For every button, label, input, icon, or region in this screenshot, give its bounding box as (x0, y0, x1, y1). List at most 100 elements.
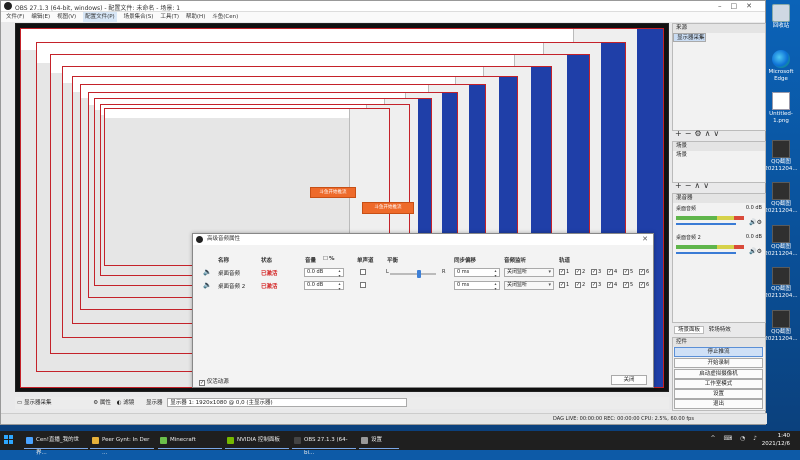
source-item[interactable]: 显示器采集 (673, 33, 706, 43)
track-checkbox[interactable]: ✓ (623, 269, 629, 275)
close-button[interactable]: 关闭 (611, 375, 647, 385)
track-label: 5 (630, 269, 634, 275)
track-label: 6 (646, 282, 650, 288)
channel-name: 桌面音频 2 (676, 235, 701, 241)
status-text: DAG LIVE: 00:00:00 REC: 00:00:00 CPU: 2.… (553, 416, 694, 422)
sync-offset-spinbox[interactable]: 0 ms (454, 268, 500, 278)
menu-profile[interactable]: 配置文件(P) (83, 12, 117, 22)
mixer-channel: 桌面音频 0.0 dB 🔊⚙ (676, 205, 764, 235)
virtual-camera-button[interactable]: 启动虚拟摄像机 (674, 369, 763, 379)
desktop-icon-label: Untitled-1.png (769, 111, 793, 124)
menu-edit[interactable]: 编辑(E) (31, 12, 50, 22)
screenshot-file-icon[interactable]: QQ截图 20211204... (764, 225, 798, 258)
source-toolbar[interactable]: +−⚙∧∨ (675, 129, 722, 138)
tab-scene-panel[interactable]: 场景面板 (674, 326, 705, 334)
taskbar-item[interactable]: OBS 27.1.3 (64-bi... (292, 434, 356, 456)
taskbar-item[interactable]: Cen!直播_我的世界... (24, 434, 88, 456)
monitoring-select[interactable]: 关闭监听 (504, 268, 554, 277)
dock-tabs: 场景面板 转场特效 (674, 325, 734, 334)
active-only-checkbox[interactable]: ✓ (199, 380, 205, 386)
scenes-dock: 场景 场景 (672, 141, 766, 183)
track-label: 2 (582, 269, 586, 275)
header-status: 状态 (261, 258, 273, 264)
taskbar: Cen!直播_我的世界... Peer Gynt: In Der ... Min… (0, 431, 800, 456)
start-recording-button[interactable]: 开始录制 (674, 358, 763, 368)
image-file-icon[interactable]: Untitled-1.png (764, 92, 798, 125)
track-checkbox[interactable]: ✓ (575, 282, 581, 288)
taskbar-item[interactable]: Peer Gynt: In Der ... (90, 434, 154, 456)
windows-start-icon[interactable] (4, 435, 14, 445)
header-balance: 平衡 (387, 258, 399, 264)
track-checkbox[interactable]: ✓ (559, 269, 565, 275)
menu-help[interactable]: 帮助(H) (186, 12, 205, 22)
sync-offset-spinbox[interactable]: 0 ms (454, 281, 500, 291)
gear-icon[interactable]: ⚙ (93, 400, 98, 406)
taskbar-item[interactable]: 设置 (359, 434, 399, 449)
source-name: 桌面音频 (218, 271, 241, 277)
taskbar-item[interactable]: NVIDIA 控制面板 (225, 434, 289, 449)
scene-item[interactable]: 场景 (673, 151, 765, 160)
track-checkbox[interactable]: ✓ (575, 269, 581, 275)
audio-row: 🔈 桌面音频 2 已激活 0.0 dB 0 ms 关闭监听 ✓1 ✓2 ✓3 ✓… (193, 280, 653, 292)
menu-tools[interactable]: 工具(T) (160, 12, 179, 22)
mute-icon[interactable]: 🔊⚙ (749, 219, 762, 226)
properties-button[interactable]: 属性 (100, 400, 111, 406)
volume-fader[interactable] (676, 252, 736, 254)
studio-mode-button[interactable]: 工作室模式 (674, 379, 763, 389)
track-checkbox[interactable]: ✓ (591, 282, 597, 288)
current-source: 显示器采集 (23, 400, 52, 406)
stop-streaming-button[interactable]: 停止推流 (674, 347, 763, 357)
header-percent: % (329, 256, 335, 262)
mute-icon[interactable]: 🔊⚙ (749, 248, 762, 255)
exit-button[interactable]: 退出 (674, 399, 763, 409)
display-select[interactable]: 显示器 1: 1920x1080 @ 0,0 (主显示器) (167, 398, 408, 407)
track-checkbox[interactable]: ✓ (607, 282, 613, 288)
screenshot-file-icon[interactable]: QQ截图 20211204... (764, 140, 798, 173)
obs-logo-icon (4, 2, 12, 10)
menu-file[interactable]: 文件(F) (6, 12, 24, 22)
edge-icon[interactable]: Microsoft Edge (764, 50, 798, 83)
track-checkbox[interactable]: ✓ (607, 269, 613, 275)
clock[interactable]: 1:40 2021/12/6 (762, 432, 790, 448)
mono-checkbox[interactable] (360, 282, 366, 288)
track-checkbox[interactable]: ✓ (559, 282, 565, 288)
window-controls[interactable]: –□✕ (718, 2, 761, 10)
scene-toolbar[interactable]: +−∧∨ (675, 181, 712, 190)
system-tray[interactable]: ^ ⌨ ◔ ♪ (711, 435, 760, 442)
balance-slider-knob[interactable] (417, 270, 421, 278)
track-checkbox[interactable]: ✓ (639, 282, 645, 288)
taskbar-item[interactable]: Minecraft (158, 434, 222, 449)
active-only-option[interactable]: ✓ 仅活动源 (199, 377, 229, 386)
volume-spinbox[interactable]: 0.0 dB (304, 268, 344, 278)
recycle-bin-icon[interactable]: 回收站 (764, 4, 798, 30)
track-label: 3 (598, 269, 602, 275)
screenshot-file-icon[interactable]: QQ截图 20211204... (764, 182, 798, 215)
menu-scene-collection[interactable]: 场景集合(S) (124, 12, 154, 22)
speaker-icon: 🔈 (203, 281, 212, 289)
source-status: 已激活 (261, 271, 278, 277)
track-checkbox[interactable]: ✓ (639, 269, 645, 275)
filter-icon[interactable]: ◐ (117, 400, 122, 406)
tab-transitions[interactable]: 转场特效 (706, 327, 734, 333)
volume-spinbox[interactable]: 0.0 dB (304, 281, 344, 291)
balance-slider[interactable] (390, 270, 436, 278)
header-volume: 音量 (305, 258, 317, 264)
menu-douyu[interactable]: 斗鱼(Cen) (212, 12, 238, 22)
close-icon[interactable]: ✕ (642, 234, 648, 245)
header-monitoring: 音频监听 (504, 258, 527, 264)
volume-fader[interactable] (676, 223, 736, 225)
screenshot-file-icon[interactable]: QQ截图 20211204... (764, 310, 798, 343)
track-checkbox[interactable]: ✓ (591, 269, 597, 275)
track-label: 2 (582, 282, 586, 288)
menu-view[interactable]: 视图(V) (57, 12, 76, 22)
monitoring-select[interactable]: 关闭监听 (504, 281, 554, 290)
mono-checkbox[interactable] (360, 269, 366, 275)
channel-db: 0.0 dB (745, 205, 762, 211)
screenshot-file-icon[interactable]: QQ截图 20211204... (764, 267, 798, 300)
filters-button[interactable]: 滤镜 (123, 400, 134, 406)
volume-meter (676, 216, 744, 220)
settings-button[interactable]: 设置 (674, 389, 763, 399)
track-checkbox[interactable]: ✓ (623, 282, 629, 288)
header-percent-checkbox[interactable]: ☐ (323, 256, 328, 262)
desktop-icon-label: Microsoft Edge (768, 69, 794, 82)
